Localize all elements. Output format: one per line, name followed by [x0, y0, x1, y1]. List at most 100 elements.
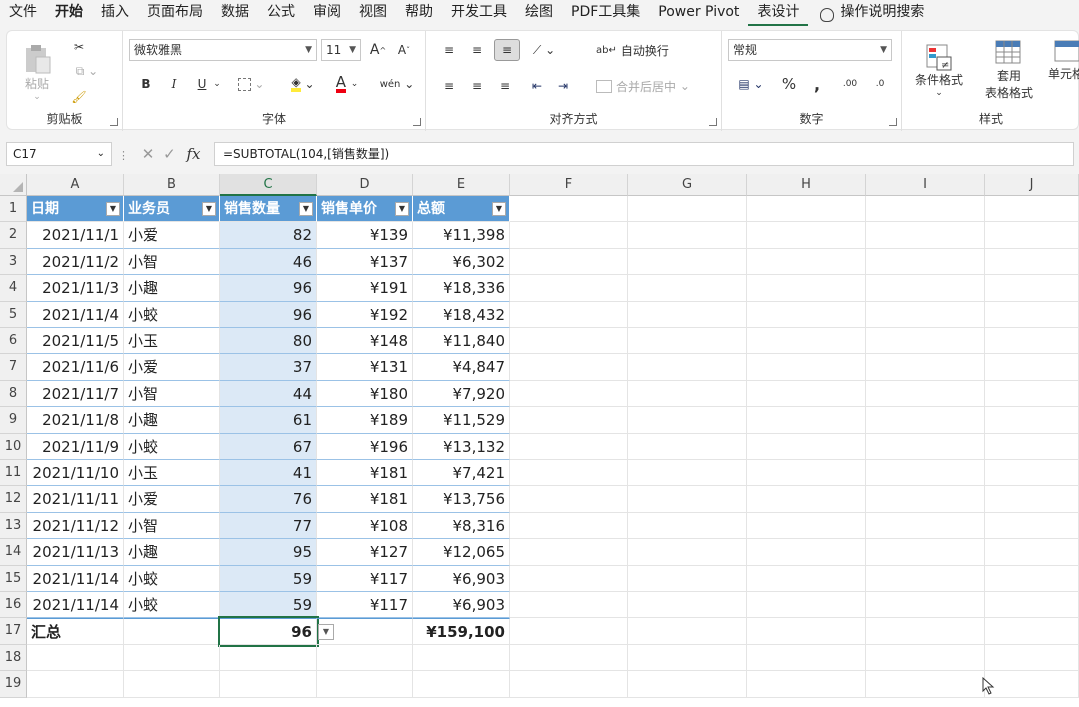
table-cell[interactable]: 2021/11/10 — [27, 460, 124, 487]
formula-input[interactable]: =SUBTOTAL(104,[销售数量]) — [214, 142, 1074, 166]
total-label-cell[interactable]: 汇总 — [27, 618, 124, 645]
table-cell[interactable]: 小爱 — [124, 486, 220, 513]
empty-cell[interactable] — [866, 301, 985, 328]
empty-cell[interactable] — [866, 407, 985, 434]
cell-styles-button[interactable]: 单元格 — [1046, 37, 1079, 103]
empty-cell[interactable] — [747, 407, 866, 434]
total-price-cell[interactable]: ▼ — [317, 618, 413, 645]
row-header[interactable]: 3 — [0, 248, 27, 276]
empty-cell[interactable] — [628, 354, 747, 381]
empty-cell[interactable] — [628, 433, 747, 460]
table-cell[interactable]: 小智 — [124, 248, 220, 276]
table-cell[interactable]: 2021/11/11 — [27, 486, 124, 513]
empty-cell[interactable] — [628, 301, 747, 328]
table-cell[interactable]: 2021/11/3 — [27, 275, 124, 302]
table-cell[interactable]: 小爱 — [124, 354, 220, 381]
table-cell[interactable]: 96 — [220, 275, 317, 302]
bold-button[interactable]: B — [135, 73, 157, 95]
empty-cell[interactable] — [628, 328, 747, 355]
table-cell[interactable]: 59 — [220, 592, 317, 619]
row-header[interactable]: 6 — [0, 328, 27, 355]
empty-cell[interactable] — [866, 248, 985, 276]
table-cell[interactable]: 小玉 — [124, 328, 220, 355]
table-cell[interactable]: ¥7,920 — [413, 380, 510, 408]
empty-cell[interactable] — [985, 618, 1079, 645]
empty-cell[interactable] — [510, 460, 628, 487]
empty-cell[interactable] — [985, 248, 1079, 276]
table-cell[interactable]: ¥18,336 — [413, 275, 510, 302]
merge-center-button[interactable]: 合并后居中 ⌄ — [596, 75, 712, 97]
table-cell[interactable]: ¥4,847 — [413, 354, 510, 381]
empty-cell[interactable] — [747, 592, 866, 619]
empty-cell[interactable] — [866, 433, 985, 460]
font-color-button[interactable]: A ⌄ — [327, 73, 367, 95]
column-header-F[interactable]: F — [510, 174, 628, 196]
clipboard-launcher-icon[interactable] — [110, 118, 118, 126]
empty-cell[interactable] — [866, 618, 985, 645]
menu-insert[interactable]: 插入 — [92, 0, 138, 26]
row-header[interactable]: 15 — [0, 565, 27, 592]
alignment-launcher-icon[interactable] — [709, 118, 717, 126]
font-size-select[interactable]: 11 ▼ — [321, 39, 361, 61]
menu-help[interactable]: 帮助 — [396, 0, 442, 26]
total-empty-cell[interactable] — [124, 618, 220, 645]
table-cell[interactable]: 96 — [220, 301, 317, 328]
empty-cell[interactable] — [510, 671, 628, 698]
row-header[interactable]: 10 — [0, 433, 27, 460]
table-cell[interactable]: 小智 — [124, 512, 220, 540]
row-header[interactable]: 14 — [0, 539, 27, 566]
empty-cell[interactable] — [747, 354, 866, 381]
table-cell[interactable]: 小玉 — [124, 460, 220, 487]
table-header-cell[interactable]: 销售单价 ▼ — [317, 196, 413, 223]
table-cell[interactable]: 2021/11/4 — [27, 301, 124, 328]
column-header-D[interactable]: D — [317, 174, 413, 196]
empty-cell[interactable] — [628, 275, 747, 302]
table-cell[interactable]: ¥148 — [317, 328, 413, 355]
empty-cell[interactable] — [510, 248, 628, 276]
table-cell[interactable]: ¥181 — [317, 460, 413, 487]
total-amount-cell[interactable]: ¥159,100 — [413, 618, 510, 645]
grow-font-button[interactable]: A ^ — [367, 39, 389, 61]
table-cell[interactable]: 41 — [220, 460, 317, 487]
table-cell[interactable]: 67 — [220, 433, 317, 460]
row-header[interactable]: 13 — [0, 512, 27, 540]
empty-cell[interactable] — [866, 196, 985, 223]
empty-cell[interactable] — [747, 460, 866, 487]
table-cell[interactable]: 2021/11/9 — [27, 433, 124, 460]
table-cell[interactable]: 77 — [220, 512, 317, 540]
empty-cell[interactable] — [866, 644, 985, 672]
empty-cell[interactable] — [628, 671, 747, 698]
tell-me-search[interactable]: 操作说明搜索 — [840, 0, 933, 26]
menu-draw[interactable]: 绘图 — [516, 0, 562, 26]
row-header[interactable]: 16 — [0, 592, 27, 619]
empty-cell[interactable] — [985, 222, 1079, 249]
empty-cell[interactable] — [628, 222, 747, 249]
table-cell[interactable]: ¥6,302 — [413, 248, 510, 276]
empty-cell[interactable] — [628, 592, 747, 619]
table-cell[interactable]: ¥117 — [317, 565, 413, 592]
conditional-format-button[interactable]: ≠ 条件格式 ⌄ — [906, 37, 972, 103]
empty-cell[interactable] — [317, 671, 413, 698]
menu-review[interactable]: 审阅 — [304, 0, 350, 26]
decrease-decimal-button[interactable]: .0 — [868, 73, 892, 95]
align-left-icon[interactable]: ≡ — [438, 75, 460, 97]
table-cell[interactable]: ¥191 — [317, 275, 413, 302]
menu-view[interactable]: 视图 — [350, 0, 396, 26]
table-cell[interactable]: 2021/11/7 — [27, 380, 124, 408]
comma-button[interactable]: , — [806, 73, 828, 95]
table-cell[interactable]: 2021/11/12 — [27, 512, 124, 540]
empty-cell[interactable] — [628, 539, 747, 566]
column-header-G[interactable]: G — [628, 174, 747, 196]
menu-data[interactable]: 数据 — [212, 0, 258, 26]
table-cell[interactable]: 小智 — [124, 380, 220, 408]
empty-cell[interactable] — [747, 380, 866, 408]
table-cell[interactable]: 2021/11/2 — [27, 248, 124, 276]
percent-button[interactable]: % — [778, 73, 800, 95]
table-header-cell[interactable]: 业务员 ▼ — [124, 196, 220, 223]
empty-cell[interactable] — [866, 275, 985, 302]
empty-cell[interactable] — [628, 248, 747, 276]
cancel-icon[interactable]: ✕ — [142, 145, 155, 163]
empty-cell[interactable] — [866, 222, 985, 249]
increase-indent-icon[interactable]: ⇥ — [552, 75, 574, 97]
menu-page-layout[interactable]: 页面布局 — [138, 0, 212, 26]
